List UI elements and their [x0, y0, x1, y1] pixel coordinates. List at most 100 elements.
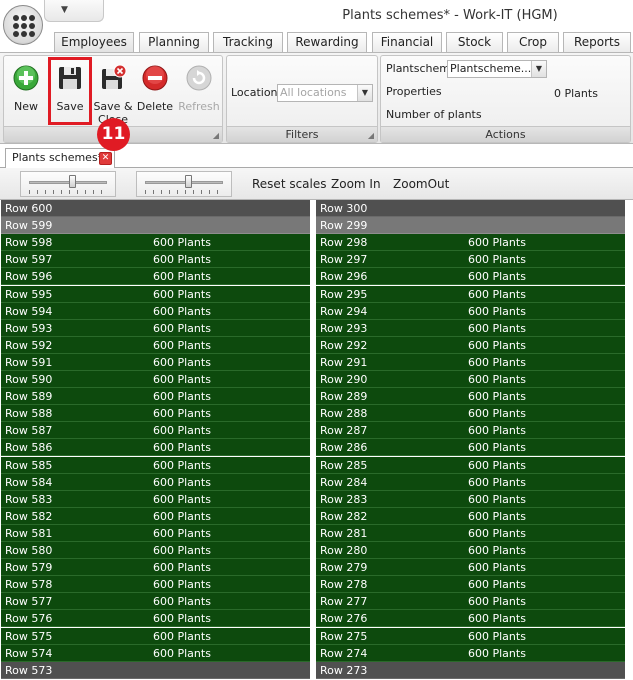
table-row[interactable]: Row 575 600 Plants [1, 627, 310, 645]
table-row[interactable]: Row 597 600 Plants [1, 251, 310, 269]
table-row[interactable]: Row 584 600 Plants [1, 473, 310, 491]
table-row[interactable]: Row 282 600 Plants [316, 507, 625, 525]
row-name: Row 573 [5, 663, 53, 677]
table-row[interactable]: Row 299 [316, 217, 625, 235]
table-row[interactable]: Row 598 600 Plants [1, 234, 310, 252]
table-row[interactable]: Row 576 600 Plants [1, 610, 310, 628]
row-name: Row 275 [320, 629, 368, 643]
table-row[interactable]: Row 574 600 Plants [1, 644, 310, 662]
table-row[interactable]: Row 297 600 Plants [316, 251, 625, 269]
table-row[interactable]: Row 281 600 Plants [316, 524, 625, 542]
table-row[interactable]: Row 291 600 Plants [316, 353, 625, 371]
table-row[interactable]: Row 590 600 Plants [1, 371, 310, 388]
table-row[interactable]: Row 589 600 Plants [1, 388, 310, 406]
delete-label: Delete [136, 100, 174, 113]
close-icon[interactable]: ✕ [99, 152, 112, 165]
table-row[interactable]: Row 586 600 Plants [1, 439, 310, 457]
dropdown-arrow-icon[interactable]: ▼ [61, 5, 68, 15]
table-row[interactable]: Row 293 600 Plants [316, 319, 625, 337]
row-name: Row 579 [5, 561, 53, 575]
table-row[interactable]: Row 287 600 Plants [316, 422, 625, 440]
table-row[interactable]: Row 587 600 Plants [1, 422, 310, 440]
table-row[interactable]: Row 588 600 Plants [1, 405, 310, 423]
table-row[interactable]: Row 580 600 Plants [1, 542, 310, 559]
table-row[interactable]: Row 593 600 Plants [1, 319, 310, 337]
table-row[interactable]: Row 573 [1, 661, 310, 679]
tab-stock[interactable]: Stock [446, 32, 503, 52]
table-row[interactable]: Row 583 600 Plants [1, 490, 310, 508]
table-row[interactable]: Row 582 600 Plants [1, 507, 310, 525]
table-row[interactable]: Row 286 600 Plants [316, 439, 625, 457]
table-row[interactable]: Row 274 600 Plants [316, 644, 625, 662]
tab-rewarding[interactable]: Rewarding [287, 32, 367, 52]
table-row[interactable]: Row 578 600 Plants [1, 576, 310, 594]
table-row[interactable]: Row 591 600 Plants [1, 353, 310, 371]
row-plant-count: 600 Plants [153, 612, 211, 626]
table-row[interactable]: Row 294 600 Plants [316, 302, 625, 320]
table-row[interactable]: Row 295 600 Plants [316, 285, 625, 303]
table-row[interactable]: Row 279 600 Plants [316, 559, 625, 577]
table-row[interactable]: Row 595 600 Plants [1, 285, 310, 303]
table-row[interactable]: Row 288 600 Plants [316, 405, 625, 423]
zoom-slider-vertical[interactable] [136, 171, 232, 197]
zoom-out-button[interactable]: ZoomOut [393, 177, 449, 191]
table-row[interactable]: Row 596 600 Plants [1, 268, 310, 286]
table-row[interactable]: Row 276 600 Plants [316, 610, 625, 628]
table-row[interactable]: Row 599 [1, 217, 310, 235]
number-of-plants-label: Number of plants [386, 108, 482, 121]
slider-thumb[interactable] [68, 175, 76, 188]
table-row[interactable]: Row 278 600 Plants [316, 576, 625, 594]
slider-thumb[interactable] [184, 175, 192, 188]
tab-reports[interactable]: Reports [563, 32, 631, 52]
row-plant-count: 600 Plants [153, 407, 211, 421]
table-row[interactable]: Row 296 600 Plants [316, 268, 625, 286]
table-row[interactable]: Row 292 600 Plants [316, 336, 625, 354]
reset-scales-button[interactable]: Reset scales [252, 177, 327, 191]
table-row[interactable]: Row 275 600 Plants [316, 627, 625, 645]
plantscheme-select[interactable]: Plantscheme... ▼ [447, 60, 547, 78]
new-button[interactable]: New [6, 60, 46, 122]
table-row[interactable]: Row 300 [316, 200, 625, 217]
refresh-button[interactable]: Refresh [178, 60, 220, 122]
table-row[interactable]: Row 577 600 Plants [1, 593, 310, 611]
document-tab-plants-schemes[interactable]: Plants schemes* ✕ [5, 148, 115, 169]
table-row[interactable]: Row 283 600 Plants [316, 490, 625, 508]
table-row[interactable]: Row 285 600 Plants [316, 456, 625, 474]
table-row[interactable]: Row 284 600 Plants [316, 473, 625, 491]
zoom-slider-horizontal[interactable] [20, 171, 116, 197]
table-row[interactable]: Row 273 [316, 661, 625, 679]
tab-planning[interactable]: Planning [139, 32, 209, 52]
tab-tracking[interactable]: Tracking [213, 32, 283, 52]
tab-financial[interactable]: Financial [372, 32, 442, 52]
dialog-launcher-icon[interactable]: ◢ [368, 131, 374, 140]
table-row[interactable]: Row 290 600 Plants [316, 371, 625, 388]
quick-access-toolbar[interactable]: ▼ [44, 0, 104, 22]
ribbon-group-filters: Location All locations ▼ Filters ◢ [226, 55, 378, 143]
save-close-button[interactable]: Save & Close [93, 60, 133, 126]
table-row[interactable]: Row 579 600 Plants [1, 559, 310, 577]
dialog-launcher-icon[interactable]: ◢ [213, 131, 219, 140]
chevron-down-icon[interactable]: ▼ [357, 85, 372, 101]
table-row[interactable]: Row 594 600 Plants [1, 302, 310, 320]
step-badge: 11 [97, 118, 130, 151]
location-select[interactable]: All locations ▼ [277, 84, 373, 102]
table-row[interactable]: Row 298 600 Plants [316, 234, 625, 252]
table-row[interactable]: Row 581 600 Plants [1, 524, 310, 542]
zoom-in-button[interactable]: Zoom In [331, 177, 381, 191]
table-row[interactable]: Row 592 600 Plants [1, 336, 310, 354]
table-row[interactable]: Row 280 600 Plants [316, 542, 625, 559]
document-tabs: Plants schemes* ✕ [0, 144, 633, 169]
table-row[interactable]: Row 585 600 Plants [1, 456, 310, 474]
row-plant-count: 600 Plants [468, 236, 526, 250]
table-row[interactable]: Row 289 600 Plants [316, 388, 625, 406]
tab-employees[interactable]: Employees [54, 32, 134, 52]
row-plant-count: 600 Plants [468, 526, 526, 540]
table-row[interactable]: Row 277 600 Plants [316, 593, 625, 611]
table-row[interactable]: Row 600 [1, 200, 310, 217]
row-plant-count: 600 Plants [153, 578, 211, 592]
tab-crop[interactable]: Crop [507, 32, 559, 52]
chevron-down-icon[interactable]: ▼ [531, 61, 546, 77]
row-plant-count: 600 Plants [468, 544, 526, 557]
delete-button[interactable]: Delete [135, 60, 175, 122]
application-menu-button[interactable] [3, 5, 43, 45]
